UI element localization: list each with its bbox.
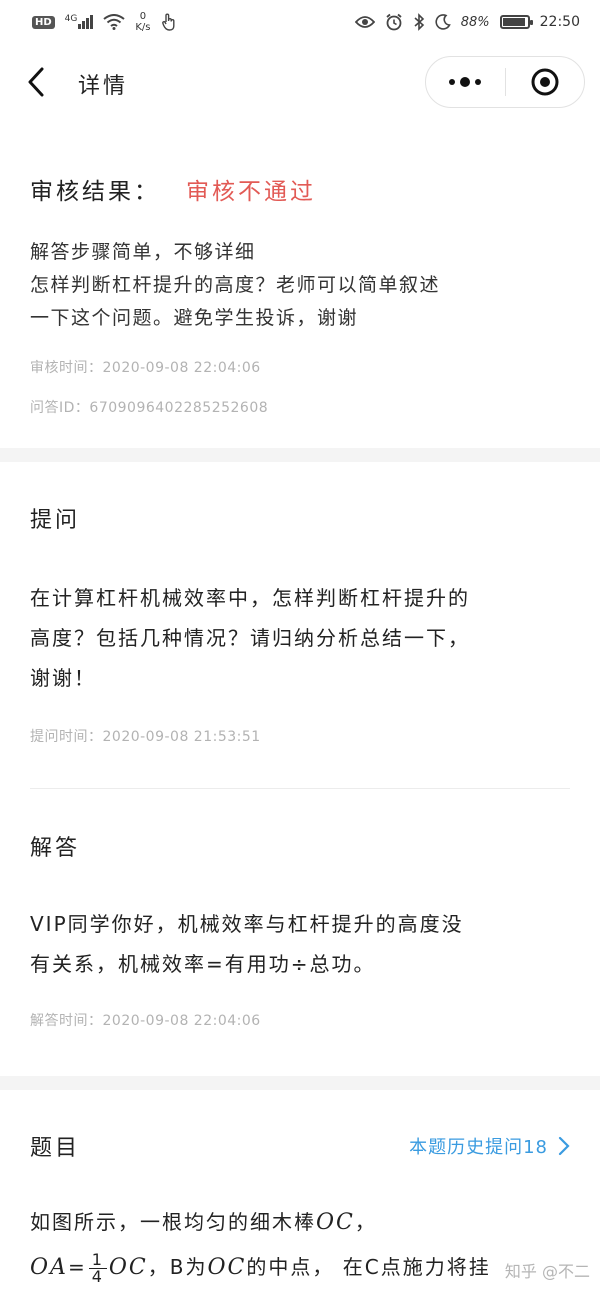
math-segment-oa: OA xyxy=(30,1255,68,1280)
network-speed: 0 K/s xyxy=(135,11,150,33)
question-body: 在计算杠杆机械效率中，怎样判断杠杆提升的 高度？包括几种情况？请归纳分析总结一下… xyxy=(30,578,570,698)
fraction-denominator: 4 xyxy=(91,1267,104,1286)
network-speed-value: 0 xyxy=(139,11,147,22)
status-bar-right: 88% 22:50 xyxy=(354,13,580,31)
network-type: 4G xyxy=(64,14,78,24)
divider-line xyxy=(30,788,570,789)
problem-text: ， xyxy=(354,1210,377,1234)
review-reason-line: 一下这个问题。避免学生投诉，谢谢 xyxy=(30,307,359,329)
target-circle-icon xyxy=(531,68,559,96)
review-result-label: 审核结果： xyxy=(30,179,160,205)
problem-text: 的中点， 在C点施力将挂 xyxy=(246,1255,491,1279)
answer-time: 解答时间：2020-09-08 22:04:06 xyxy=(30,1013,261,1029)
wifi-icon xyxy=(103,14,125,30)
review-reason-line: 解答步骤简单，不够详细 xyxy=(30,241,256,263)
battery-percent: 88% xyxy=(460,14,490,30)
problem-line-1: 如图所示，一根均匀的细木棒OC， xyxy=(30,1204,570,1241)
back-arrow-icon[interactable] xyxy=(24,66,52,98)
eye-icon xyxy=(354,16,375,28)
touch-hand-icon xyxy=(161,13,175,31)
review-time: 审核时间：2020-09-08 22:04:06 xyxy=(30,360,261,376)
math-equals: = xyxy=(67,1255,87,1279)
status-bar: HD 4G 0 K/s 88% 22:50 xyxy=(0,0,600,44)
bluetooth-icon xyxy=(414,13,424,31)
watermark: 知乎 @不二 xyxy=(504,1262,590,1281)
more-menu-button[interactable] xyxy=(426,77,505,87)
moon-icon xyxy=(435,14,451,30)
more-dot-icon xyxy=(475,79,482,85)
review-reason: 解答步骤简单，不够详细 怎样判断杠杆提升的高度？老师可以简单叙述 一下这个问题。… xyxy=(30,236,570,335)
network-speed-unit: K/s xyxy=(135,22,151,33)
problem-line-2: OA= 1 4 OC，B为OC的中点， 在C点施力将挂 xyxy=(30,1245,570,1290)
answer-body: VIP同学你好，机械效率与杠杆提升的高度没 有关系，机械效率=有用功÷总功。 xyxy=(30,904,570,984)
history-link-label: 本题历史提问18 xyxy=(409,1137,548,1158)
problem-text: 如图所示，一根均匀的细木棒 xyxy=(30,1210,316,1234)
math-segment-oc: OC xyxy=(207,1255,247,1280)
section-separator xyxy=(0,448,600,462)
question-line: 高度？包括几种情况？请归纳分析总结一下， xyxy=(30,626,470,650)
question-title: 提问 xyxy=(30,508,81,533)
review-result-value: 审核不通过 xyxy=(186,179,316,205)
answer-title: 解答 xyxy=(30,836,81,861)
question-line: 谢谢！ xyxy=(30,666,96,690)
answer-section: 解答 VIP同学你好，机械效率与杠杆提升的高度没 有关系，机械效率=有用功÷总功… xyxy=(0,830,600,1030)
chevron-right-icon xyxy=(558,1136,570,1156)
review-section: 审核结果： 审核不通过 解答步骤简单，不够详细 怎样判断杠杆提升的高度？老师可以简… xyxy=(0,172,600,417)
alarm-icon xyxy=(386,13,402,31)
math-segment-oc: OC xyxy=(108,1255,148,1280)
review-reason-line: 怎样判断杠杆提升的高度？老师可以简单叙述 xyxy=(30,274,441,296)
page-title: 详情 xyxy=(78,74,129,99)
mini-program-capsule xyxy=(425,56,585,108)
status-bar-left: HD 4G 0 K/s xyxy=(32,11,177,33)
signal-icon: 4G xyxy=(65,15,94,29)
history-questions-link[interactable]: 本题历史提问18 xyxy=(409,1133,570,1159)
answer-line: 有关系，机械效率=有用功÷总功。 xyxy=(30,952,376,976)
hd-badge: HD xyxy=(32,15,55,29)
nav-bar: 详情 xyxy=(0,52,600,112)
close-mini-program-button[interactable] xyxy=(506,67,585,97)
section-separator xyxy=(0,1076,600,1090)
problem-text: ，B为 xyxy=(147,1255,208,1279)
answer-line: VIP同学你好，机械效率与杠杆提升的高度没 xyxy=(30,912,464,936)
more-dot-icon xyxy=(460,77,471,87)
math-segment-oc: OC xyxy=(316,1210,355,1235)
more-dot-icon xyxy=(449,79,456,85)
question-line: 在计算杠杆机械效率中，怎样判断杠杆提升的 xyxy=(30,586,470,610)
review-result: 审核结果： 审核不通过 xyxy=(30,172,570,206)
battery-icon xyxy=(499,15,533,29)
qa-id: 问答ID：6709096402285252608 xyxy=(30,400,269,416)
question-section: 提问 在计算杠杆机械效率中，怎样判断杠杆提升的 高度？包括几种情况？请归纳分析总… xyxy=(0,502,600,746)
question-time: 提问时间：2020-09-08 21:53:51 xyxy=(30,729,261,745)
clock: 22:50 xyxy=(539,14,580,30)
math-fraction: 14 xyxy=(88,1252,107,1286)
